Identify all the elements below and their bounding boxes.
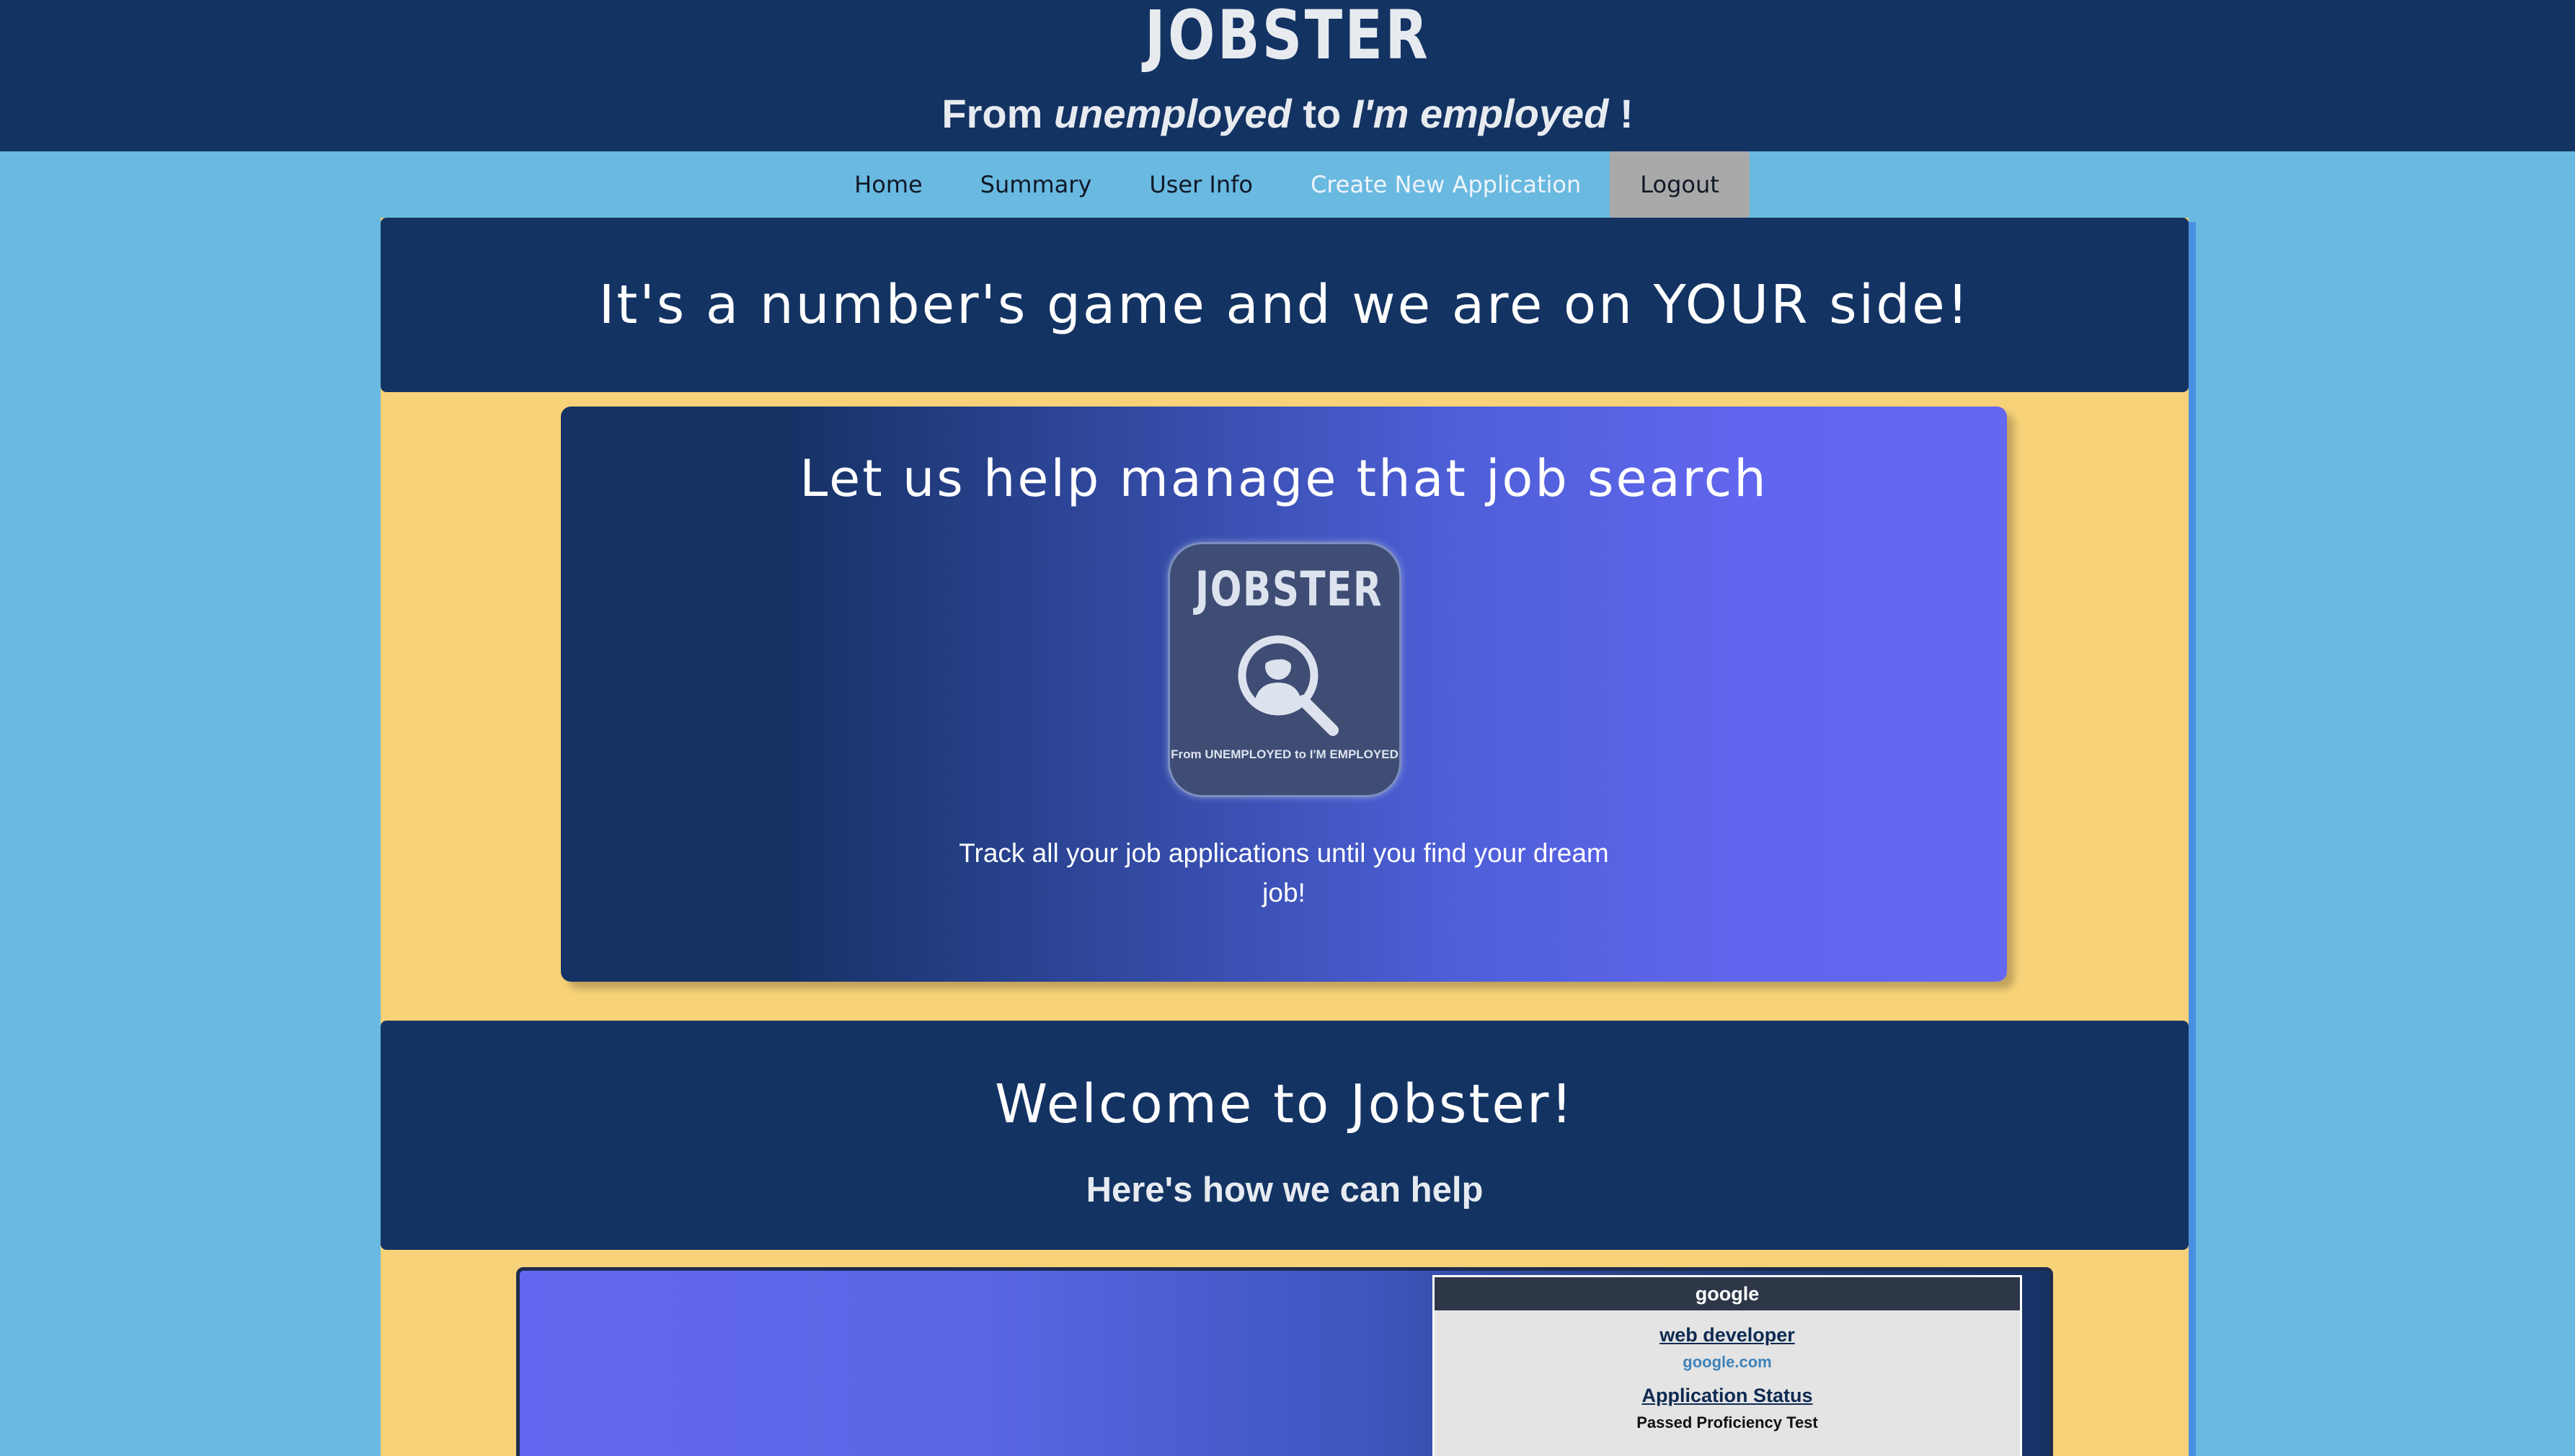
main-content: It's a number's game and we are on YOUR …	[381, 218, 2189, 1456]
banner: It's a number's game and we are on YOUR …	[381, 218, 2189, 392]
logout-button[interactable]: Logout	[1610, 151, 1750, 218]
nav-user-info[interactable]: User Info	[1120, 151, 1282, 218]
hero-heading: Let us help manage that job search	[799, 449, 1768, 508]
banner-heading: It's a number's game and we are on YOUR …	[598, 274, 1971, 336]
welcome-panel: Welcome to Jobster! Here's how we can he…	[381, 1021, 2189, 1250]
welcome-subheading: Here's how we can help	[1086, 1171, 1484, 1209]
site-header: JOBSTER From unemployed to I'm employed …	[0, 0, 2575, 151]
magnifier-person-icon	[1238, 635, 1339, 736]
welcome-heading: Welcome to Jobster!	[994, 1073, 1575, 1135]
main-nav: Home Summary User Info Create New Applic…	[0, 151, 2575, 218]
card-website[interactable]: google.com	[1435, 1348, 2020, 1377]
nav-home[interactable]: Home	[825, 151, 952, 218]
nav-create-new-application[interactable]: Create New Application	[1282, 151, 1610, 218]
app-logo-tile: JOBSTER From UNEMPLOYED to I'M EMPLOYED	[1168, 542, 1401, 797]
logo-caption: From UNEMPLOYED to I'M EMPLOYED	[1171, 747, 1399, 761]
card-status-label: Application Status	[1641, 1385, 1813, 1406]
tagline-em2: I'm employed	[1352, 91, 1609, 136]
tagline: From unemployed to I'm employed !	[0, 85, 2575, 143]
card-status: Passed Proficiency Test	[1636, 1413, 1818, 1431]
application-card[interactable]: google web developer google.com Applicat…	[1432, 1275, 2022, 1456]
tagline-part3: !	[1608, 91, 1634, 136]
card-position-link[interactable]: web developer	[1435, 1322, 2020, 1348]
brand-logo[interactable]: JOBSTER	[231, 0, 2343, 72]
feature-demo-panel: google web developer google.com Applicat…	[516, 1267, 2053, 1456]
nav-summary[interactable]: Summary	[952, 151, 1121, 218]
logo-wordmark: JOBSTER	[1195, 561, 1383, 617]
card-company: google	[1435, 1277, 2020, 1310]
tagline-part1: From	[941, 91, 1054, 136]
hero-panel: Let us help manage that job search JOBST…	[561, 407, 2007, 982]
hero-description: Track all your job applications until yo…	[959, 838, 1609, 907]
tagline-em1: unemployed	[1053, 91, 1292, 136]
tagline-part2: to	[1291, 91, 1352, 136]
